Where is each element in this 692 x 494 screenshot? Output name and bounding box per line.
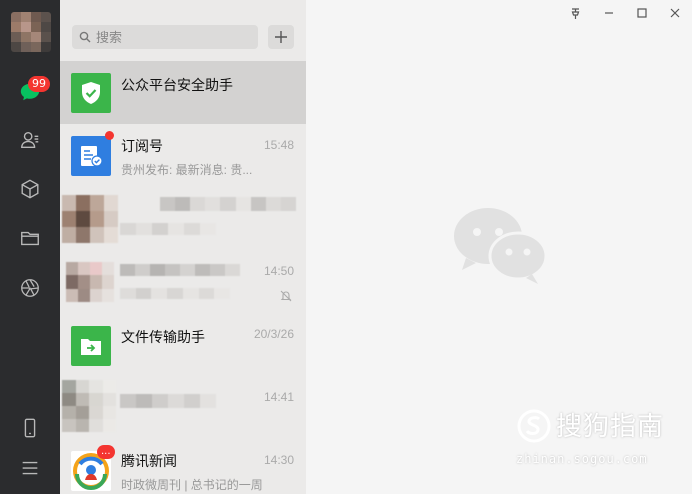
conversation-preview: 贵州发布: 最新消息: 贵...: [121, 163, 253, 177]
conversation-item-security-assistant[interactable]: 公众平台安全助手: [60, 61, 306, 124]
sogou-logo-icon: [517, 409, 551, 443]
wechat-logo-icon: [454, 208, 548, 284]
watermark-brand: 搜狗指南: [556, 412, 665, 442]
moments-aperture-icon[interactable]: [18, 276, 42, 300]
sogou-watermark: 搜狗指南 zhinan.sogou.com: [516, 406, 686, 476]
shield-check-icon: [71, 73, 111, 113]
unread-dot: [105, 131, 114, 140]
conversation-item-blurred[interactable]: 14:41: [60, 376, 306, 439]
conversation-name: 腾讯新闻: [121, 453, 177, 469]
minimize-icon[interactable]: [599, 4, 619, 22]
contacts-icon[interactable]: [18, 128, 42, 152]
conversation-list: 公众平台安全助手 订阅号 15:48 贵州发布: 最新消息: 贵...: [60, 0, 306, 494]
conversation-item-tencent-news[interactable]: ... 腾讯新闻 14:30 时政微周刊 | 总书记的一周: [60, 439, 306, 494]
unread-badge: 99: [28, 76, 50, 92]
conversation-item-blurred[interactable]: [60, 187, 306, 250]
search-input[interactable]: [96, 29, 246, 45]
pin-icon[interactable]: [565, 4, 585, 22]
chat-icon[interactable]: 99: [18, 76, 50, 104]
conversation-time: 14:30: [263, 453, 294, 467]
add-button[interactable]: [268, 25, 294, 49]
search-box[interactable]: [72, 25, 258, 49]
conversation-name: 文件传输助手: [121, 329, 205, 345]
blurred-avatar: [62, 380, 116, 432]
conversation-item-file-transfer[interactable]: 文件传输助手 20/3/26: [60, 313, 306, 376]
conversation-time: 14:41: [263, 390, 294, 404]
conversation-name: 公众平台安全助手: [121, 77, 233, 93]
conversation-item-subscriptions[interactable]: 订阅号 15:48 贵州发布: 最新消息: 贵...: [60, 124, 306, 187]
subscription-icon: [71, 136, 111, 176]
blurred-avatar: [62, 195, 118, 243]
mute-bell-icon: [280, 290, 292, 302]
conversation-preview: 时政微周刊 | 总书记的一周: [121, 478, 263, 492]
conversation-time: 15:48: [263, 138, 294, 152]
blurred-name: [160, 197, 296, 211]
phone-icon[interactable]: [18, 416, 42, 440]
conversation-time: 20/3/26: [253, 327, 294, 341]
maximize-icon[interactable]: [632, 4, 652, 22]
close-icon[interactable]: [665, 4, 685, 22]
left-sidebar: 99: [0, 0, 60, 494]
blurred-name: [120, 394, 216, 408]
user-avatar[interactable]: [11, 12, 51, 52]
conversation-item-blurred[interactable]: 14:50: [60, 250, 306, 313]
blurred-preview: [120, 288, 230, 299]
file-transfer-icon: [71, 326, 111, 366]
blurred-name: [120, 264, 240, 276]
menu-icon[interactable]: [18, 456, 42, 480]
blurred-avatar: [66, 262, 114, 302]
mini-program-cube-icon[interactable]: [18, 177, 42, 201]
plus-icon: [275, 31, 287, 43]
conversation-name: 订阅号: [121, 138, 163, 154]
folder-icon[interactable]: [18, 226, 42, 250]
search-icon: [79, 31, 91, 43]
watermark-domain: zhinan.sogou.com: [516, 452, 648, 466]
blurred-preview: [120, 223, 216, 235]
conversation-time: 14:50: [263, 264, 294, 278]
unread-badge: ...: [97, 445, 115, 459]
